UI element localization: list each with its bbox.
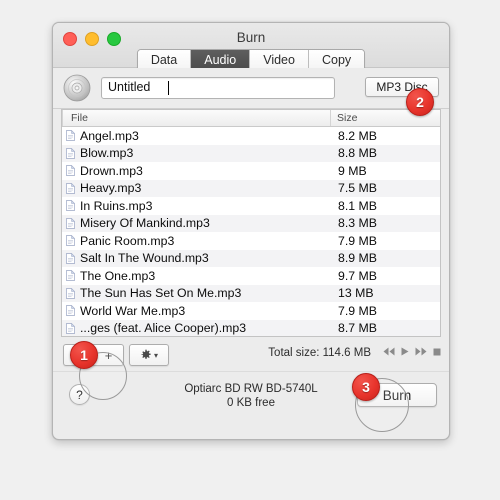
mp3-file-icon bbox=[66, 147, 75, 159]
add-button[interactable]: + bbox=[94, 345, 123, 365]
stop-icon[interactable] bbox=[433, 348, 441, 356]
cell-file: ...ges (feat. Alice Cooper).mp3 bbox=[62, 321, 330, 335]
table-row[interactable]: Angel.mp3 8.2 MB bbox=[62, 127, 440, 145]
transport-controls bbox=[383, 347, 441, 356]
burn-window: Burn Data Audio Video Copy Untitled MP3 … bbox=[52, 22, 450, 440]
disc-toolbar: Untitled MP3 Disc bbox=[53, 68, 449, 109]
table-row[interactable]: Drown.mp3 9 MB bbox=[62, 162, 440, 180]
cd-disc-icon bbox=[63, 74, 91, 102]
file-name: Drown.mp3 bbox=[80, 163, 143, 178]
fast-forward-icon[interactable] bbox=[415, 347, 427, 356]
cell-size: 7.9 MB bbox=[338, 303, 377, 318]
file-name: Misery Of Mankind.mp3 bbox=[80, 216, 210, 231]
play-icon[interactable] bbox=[401, 347, 409, 356]
rewind-icon[interactable] bbox=[383, 347, 395, 356]
table-row[interactable]: World War Me.mp3 7.9 MB bbox=[62, 302, 440, 320]
file-list[interactable]: File Size Angel.mp3 8.2 MB Blow.mp3 8.8 MB D… bbox=[61, 109, 441, 337]
file-name: The One.mp3 bbox=[80, 268, 156, 283]
cell-file: Angel.mp3 bbox=[62, 129, 330, 143]
table-row[interactable]: Salt In The Wound.mp3 8.9 MB bbox=[62, 249, 440, 267]
cell-file: In Ruins.mp3 bbox=[62, 199, 330, 213]
cell-size: 13 MB bbox=[338, 286, 374, 301]
annotation-badge-3: 3 bbox=[352, 373, 380, 401]
file-name: Heavy.mp3 bbox=[80, 181, 142, 196]
annotation-badge-1: 1 bbox=[70, 341, 98, 369]
mp3-file-icon bbox=[66, 200, 75, 212]
cell-size: 8.1 MB bbox=[338, 198, 377, 213]
cell-file: Misery Of Mankind.mp3 bbox=[62, 216, 330, 230]
mp3-file-icon bbox=[66, 217, 75, 229]
cell-file: Salt In The Wound.mp3 bbox=[62, 251, 330, 265]
table-row[interactable]: Misery Of Mankind.mp3 8.3 MB bbox=[62, 214, 440, 232]
table-row[interactable]: Blow.mp3 8.8 MB bbox=[62, 144, 440, 162]
window-footer: ? Optiarc BD RW BD-5740L 0 KB free Burn bbox=[53, 371, 449, 430]
list-header: File Size bbox=[62, 110, 440, 127]
table-row[interactable]: The Sun Has Set On Me.mp3 13 MB bbox=[62, 284, 440, 302]
cell-size: 8.7 MB bbox=[338, 321, 377, 336]
file-name: The Sun Has Set On Me.mp3 bbox=[80, 286, 242, 301]
file-name: Angel.mp3 bbox=[80, 128, 139, 143]
cell-size: 8.3 MB bbox=[338, 216, 377, 231]
mp3-file-icon bbox=[66, 287, 75, 299]
cell-size: 9 MB bbox=[338, 163, 367, 178]
mp3-file-icon bbox=[66, 305, 75, 317]
file-name: ...ges (feat. Alice Cooper).mp3 bbox=[80, 321, 247, 336]
file-name: Blow.mp3 bbox=[80, 146, 134, 161]
file-name: Salt In The Wound.mp3 bbox=[80, 251, 209, 266]
list-bottom-bar: − + ▾ Total size: 114.6 MB bbox=[53, 337, 449, 371]
chevron-down-icon: ▾ bbox=[153, 350, 158, 360]
cell-file: Heavy.mp3 bbox=[62, 181, 330, 195]
list-rows: Angel.mp3 8.2 MB Blow.mp3 8.8 MB Drown.mp3 9 … bbox=[62, 127, 440, 336]
cell-size: 8.8 MB bbox=[338, 146, 377, 161]
cell-file: World War Me.mp3 bbox=[62, 304, 330, 318]
window-title: Burn bbox=[236, 30, 266, 45]
disc-name-input[interactable]: Untitled bbox=[101, 77, 335, 99]
screenshot-root: Burn Data Audio Video Copy Untitled MP3 … bbox=[0, 0, 500, 500]
disc-name-value: Untitled bbox=[108, 80, 151, 94]
action-menu-button[interactable]: ▾ bbox=[129, 344, 169, 366]
total-size-label: Total size: 114.6 MB bbox=[268, 347, 371, 359]
table-row[interactable]: Panic Room.mp3 7.9 MB bbox=[62, 232, 440, 250]
mp3-file-icon bbox=[66, 235, 75, 247]
file-name: In Ruins.mp3 bbox=[80, 198, 153, 213]
cell-file: The One.mp3 bbox=[62, 269, 330, 283]
text-caret bbox=[168, 81, 169, 95]
mp3-file-icon bbox=[66, 252, 75, 264]
cell-file: Drown.mp3 bbox=[62, 164, 330, 178]
cell-size: 7.9 MB bbox=[338, 233, 377, 248]
cell-file: The Sun Has Set On Me.mp3 bbox=[62, 286, 330, 300]
cell-file: Panic Room.mp3 bbox=[62, 234, 330, 248]
cell-size: 8.9 MB bbox=[338, 251, 377, 266]
mp3-file-icon bbox=[66, 270, 75, 282]
mp3-file-icon bbox=[66, 182, 75, 194]
cell-size: 7.5 MB bbox=[338, 181, 377, 196]
gear-icon bbox=[141, 349, 151, 359]
file-name: Panic Room.mp3 bbox=[80, 233, 175, 248]
cell-file: Blow.mp3 bbox=[62, 146, 330, 160]
mp3-file-icon bbox=[66, 165, 75, 177]
mp3-file-icon bbox=[66, 322, 75, 334]
table-row[interactable]: In Ruins.mp3 8.1 MB bbox=[62, 197, 440, 215]
column-header-file[interactable]: File bbox=[62, 110, 330, 126]
table-row[interactable]: Heavy.mp3 7.5 MB bbox=[62, 179, 440, 197]
cell-size: 9.7 MB bbox=[338, 268, 377, 283]
file-name: World War Me.mp3 bbox=[80, 303, 186, 318]
table-row[interactable]: ...ges (feat. Alice Cooper).mp3 8.7 MB bbox=[62, 319, 440, 336]
annotation-badge-2: 2 bbox=[406, 88, 434, 116]
mp3-file-icon bbox=[66, 130, 75, 142]
cell-size: 8.2 MB bbox=[338, 128, 377, 143]
table-row[interactable]: The One.mp3 9.7 MB bbox=[62, 267, 440, 285]
window-titlebar: Burn Data Audio Video Copy bbox=[53, 23, 449, 73]
